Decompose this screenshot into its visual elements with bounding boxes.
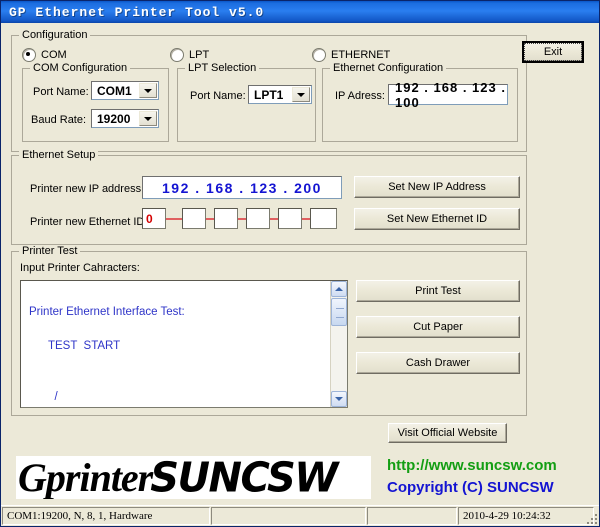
cut-paper-button[interactable]: Cut Paper [356, 316, 520, 338]
printer-test-legend: Printer Test [19, 245, 81, 257]
new-ip-label: Printer new IP address: [30, 183, 145, 195]
ethernet-id-octet-5[interactable] [278, 208, 302, 229]
copyright-text: Copyright (C) SUNCSW [387, 479, 554, 496]
printer-characters-text: Printer Ethernet Interface Test: TEST ST… [29, 306, 185, 403]
lpt-port-name-value: LPT1 [254, 87, 284, 102]
print-test-label: Print Test [415, 285, 461, 297]
cut-paper-label: Cut Paper [413, 321, 463, 333]
new-ip-value: 192 . 168 . 123 . 200 [162, 179, 322, 196]
radio-ethernet-label: ETHERNET [331, 49, 391, 61]
cash-drawer-label: Cash Drawer [405, 357, 471, 369]
lpt-port-name-combo[interactable]: LPT1 [248, 85, 312, 104]
radio-ethernet-indicator [312, 48, 326, 62]
website-url[interactable]: http://www.suncsw.com [387, 457, 557, 474]
lpt-selection-group: LPT Selection Port Name: LPT1 [177, 62, 316, 142]
com-configuration-group: COM Configuration Port Name: COM1 Baud R… [22, 62, 169, 142]
radio-com[interactable]: COM [22, 48, 67, 62]
ethernet-id-octet-4[interactable] [246, 208, 270, 229]
application-window: GP Ethernet Printer Tool v5.0 Configurat… [0, 0, 600, 527]
status-panel-connection: COM1:19200, N, 8, 1, Hardware [2, 507, 210, 525]
octet-separator-icon [238, 218, 246, 220]
printer-characters-textarea[interactable]: Printer Ethernet Interface Test: TEST ST… [20, 280, 348, 408]
visit-official-website-button[interactable]: Visit Official Website [388, 423, 507, 443]
ethernet-ip-value: 192 . 168 . 123 . 100 [395, 79, 506, 110]
scroll-up-icon[interactable] [331, 281, 347, 297]
com-port-name-combo[interactable]: COM1 [91, 81, 159, 100]
radio-lpt[interactable]: LPT [170, 48, 209, 62]
com-baud-rate-label: Baud Rate: [31, 114, 87, 126]
window-title: GP Ethernet Printer Tool v5.0 [9, 4, 265, 20]
ethernet-id-octet-6[interactable] [310, 208, 337, 229]
radio-lpt-indicator [170, 48, 184, 62]
client-area: Configuration COM LPT ETHERNET COM Confi… [1, 23, 599, 526]
radio-com-indicator [22, 48, 36, 62]
exit-button[interactable]: Exit [522, 41, 584, 63]
ethernet-configuration-group: Ethernet Configuration IP Adress: 192 . … [322, 62, 518, 142]
lpt-selection-legend: LPT Selection [185, 62, 260, 74]
ethernet-setup-group: Ethernet Setup Printer new IP address: 1… [11, 149, 527, 245]
ethernet-id-octet-1-value: 0 [146, 211, 153, 226]
set-new-ip-label: Set New IP Address [388, 181, 486, 193]
octet-separator-icon [302, 218, 310, 220]
chevron-down-icon[interactable] [139, 83, 157, 98]
printer-test-group: Printer Test Input Printer Cahracters: P… [11, 245, 527, 416]
set-new-ethernet-id-button[interactable]: Set New Ethernet ID [354, 208, 520, 230]
ethernet-ip-label: IP Adress: [335, 90, 385, 102]
status-panel-3 [367, 507, 457, 525]
com-baud-rate-value: 19200 [97, 111, 131, 126]
print-test-button[interactable]: Print Test [356, 280, 520, 302]
ethernet-id-octet-2[interactable] [182, 208, 206, 229]
company-logo: Gprinter SUNCSW [16, 456, 371, 499]
configuration-group-legend: Configuration [19, 29, 91, 41]
radio-com-label: COM [41, 49, 67, 61]
octet-separator-icon [166, 218, 182, 220]
radio-ethernet[interactable]: ETHERNET [312, 48, 390, 62]
exit-button-inner: Exit [524, 43, 582, 61]
new-ip-field[interactable]: 192 . 168 . 123 . 200 [142, 176, 342, 199]
ethernet-ip-field[interactable]: 192 . 168 . 123 . 100 [388, 80, 508, 110]
exit-button-label: Exit [543, 46, 563, 58]
ethernet-id-octet-3[interactable] [214, 208, 238, 229]
octet-separator-icon [206, 218, 214, 220]
set-new-ethernet-id-label: Set New Ethernet ID [386, 213, 488, 225]
chevron-down-icon[interactable] [139, 111, 157, 126]
cash-drawer-button[interactable]: Cash Drawer [356, 352, 520, 374]
configuration-group: Configuration COM LPT ETHERNET COM Confi… [11, 29, 527, 152]
title-bar: GP Ethernet Printer Tool v5.0 [1, 1, 599, 24]
input-printer-characters-label: Input Printer Cahracters: [20, 262, 140, 274]
chevron-down-icon[interactable] [292, 87, 310, 102]
lpt-port-name-label: Port Name: [190, 90, 246, 102]
com-port-name-label: Port Name: [33, 86, 89, 98]
status-bar: COM1:19200, N, 8, 1, Hardware 2010-4-29 … [1, 505, 599, 526]
ethernet-configuration-legend: Ethernet Configuration [330, 62, 447, 74]
ethernet-id-octet-1[interactable]: 0 [142, 208, 166, 229]
resize-grip-icon[interactable] [585, 512, 597, 524]
radio-lpt-label: LPT [189, 49, 210, 61]
set-new-ip-button[interactable]: Set New IP Address [354, 176, 520, 198]
logo-gprinter-text: Gprinter [18, 456, 153, 499]
logo-suncsw-text: SUNCSW [150, 456, 338, 499]
octet-separator-icon [270, 218, 278, 220]
new-id-label: Printer new Ethernet ID: [30, 216, 148, 228]
status-panel-datetime: 2010-4-29 10:24:32 [458, 507, 594, 525]
com-configuration-legend: COM Configuration [30, 62, 131, 74]
com-baud-rate-combo[interactable]: 19200 [91, 109, 159, 128]
status-panel-2 [211, 507, 366, 525]
com-port-name-value: COM1 [97, 83, 132, 98]
scrollbar-thumb[interactable] [331, 298, 347, 326]
scroll-down-icon[interactable] [331, 391, 347, 407]
ethernet-setup-legend: Ethernet Setup [19, 149, 99, 161]
visit-official-website-label: Visit Official Website [397, 427, 498, 439]
textarea-scrollbar[interactable] [330, 281, 347, 407]
